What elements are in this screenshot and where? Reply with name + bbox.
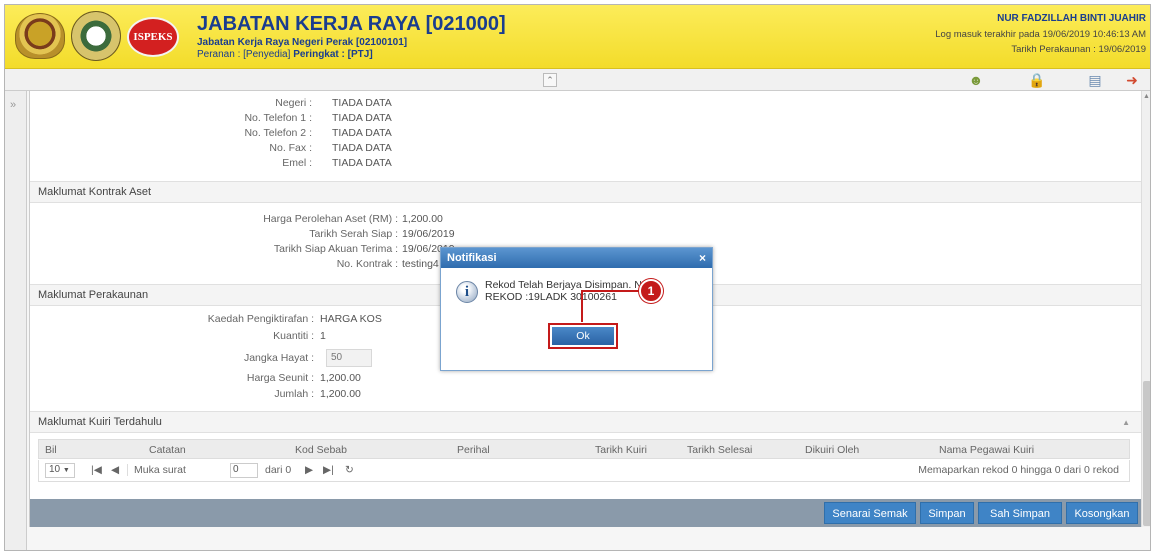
col-tarikh-kuiri[interactable]: Tarikh Kuiri <box>595 444 647 456</box>
grid-list-icon[interactable]: ▤ <box>1086 71 1104 89</box>
page-number-input[interactable]: 0 <box>230 463 258 478</box>
org-subtitle: Jabatan Kerja Raya Negeri Perak [0210010… <box>197 37 408 48</box>
jumlah-row: Jumlah : 1,200.00 <box>274 388 361 400</box>
address-row: No. Fax : TIADA DATA <box>269 142 392 154</box>
scroll-thumb[interactable] <box>1143 381 1150 526</box>
refresh-icon[interactable]: ↻ <box>345 464 354 476</box>
last-page-icon[interactable]: ▶| <box>323 464 334 476</box>
callout-marker: 1 <box>639 279 663 303</box>
col-bil[interactable]: Bil <box>45 444 57 456</box>
col-kod-sebab[interactable]: Kod Sebab <box>295 444 347 456</box>
section-kontrak-aset: Maklumat Kontrak Aset <box>30 181 1141 203</box>
expand-sidebar-icon[interactable]: » <box>10 99 16 111</box>
address-row: Emel : TIADA DATA <box>282 157 392 169</box>
col-nama-pegawai[interactable]: Nama Pegawai Kuiri <box>939 444 1034 456</box>
section-kuiri-terdahulu: Maklumat Kuiri Terdahulu ▲ <box>30 411 1141 433</box>
jangka-hayat-field: 50 <box>326 349 372 367</box>
lock-icon[interactable]: 🔒 <box>1028 71 1046 89</box>
next-page-icon[interactable]: ▶ <box>305 464 313 476</box>
user-switch-icon[interactable]: ☻ <box>967 71 985 89</box>
account-date: Tarikh Perakaunan : 19/06/2019 <box>1011 44 1146 55</box>
simpan-button[interactable]: Simpan <box>920 502 974 524</box>
dialog-title-bar: Notifikasi × <box>441 248 712 268</box>
address-row: Negeri : TIADA DATA <box>275 97 392 109</box>
jata-negara-logo <box>15 13 65 59</box>
collapse-section-icon[interactable]: ▲ <box>1122 412 1130 433</box>
callout-line <box>581 290 583 322</box>
scroll-up-icon[interactable]: ▲ <box>1143 93 1150 100</box>
last-login: Log masuk terakhir pada 19/06/2019 10:46… <box>935 29 1146 40</box>
col-perihal[interactable]: Perihal <box>457 444 490 456</box>
col-tarikh-selesai[interactable]: Tarikh Selesai <box>687 444 752 456</box>
harga-seunit-row: Harga Seunit : 1,200.00 <box>246 372 361 384</box>
col-catatan[interactable]: Catatan <box>149 444 186 456</box>
records-info: Memaparkan rekod 0 hingga 0 dari 0 rekod <box>918 464 1119 476</box>
toolbar: ⌃ ☻ 🔒 ▤ ➜ <box>5 69 1150 91</box>
collapse-header-icon[interactable]: ⌃ <box>543 73 557 87</box>
address-row: No. Telefon 2 : TIADA DATA <box>244 127 392 139</box>
action-bar: Senarai Semak Simpan Sah Simpan Kosongka… <box>30 499 1141 527</box>
jkr-logo <box>71 11 121 61</box>
address-row: No. Telefon 1 : TIADA DATA <box>244 112 392 124</box>
user-name: NUR FADZILLAH BINTI JUAHIR <box>997 13 1146 24</box>
page-size-select[interactable]: 10 ▼ <box>45 463 75 478</box>
kuiri-grid-header: Bil Catatan Kod Sebab Perihal Tarikh Kui… <box>38 439 1130 459</box>
role-info: Peranan : [Penyedia] Peringkat : [PTJ] <box>197 49 373 60</box>
close-icon[interactable]: × <box>699 248 706 268</box>
kosongkan-button[interactable]: Kosongkan <box>1066 502 1138 524</box>
prev-page-icon[interactable]: ◀ <box>111 464 119 476</box>
dialog-title: Notifikasi <box>447 252 497 264</box>
logout-icon[interactable]: ➜ <box>1123 71 1141 89</box>
content-scrollbar[interactable]: ▲ <box>1141 91 1150 527</box>
kontrak-row: Harga Perolehan Aset (RM) : 1,200.00 <box>263 213 443 225</box>
kuiri-grid-pager: 10 ▼ |◀ ◀ Muka surat 0 dari 0 ▶ ▶| ↻ Mem… <box>38 460 1130 482</box>
notification-dialog: Notifikasi × i Rekod Telah Berjaya Disim… <box>440 247 713 371</box>
sah-simpan-button[interactable]: Sah Simpan <box>978 502 1062 524</box>
kontrak-row: Tarikh Serah Siap : 19/06/2019 <box>309 228 455 240</box>
col-dikuiri-oleh[interactable]: Dikuiri Oleh <box>805 444 859 456</box>
ok-button[interactable]: Ok <box>548 323 618 349</box>
ispeks-logo: ISPEKS <box>127 17 179 57</box>
callout-line <box>581 290 639 292</box>
page-label: Muka surat <box>127 464 186 476</box>
first-page-icon[interactable]: |◀ <box>91 464 102 476</box>
page-total: dari 0 <box>265 464 292 476</box>
side-panel-collapsed: » <box>5 91 27 550</box>
org-title: JABATAN KERJA RAYA [021000] <box>197 13 506 35</box>
info-icon: i <box>456 281 478 303</box>
app-header: ISPEKS JABATAN KERJA RAYA [021000] Jabat… <box>5 5 1150 69</box>
senarai-semak-button[interactable]: Senarai Semak <box>824 502 916 524</box>
